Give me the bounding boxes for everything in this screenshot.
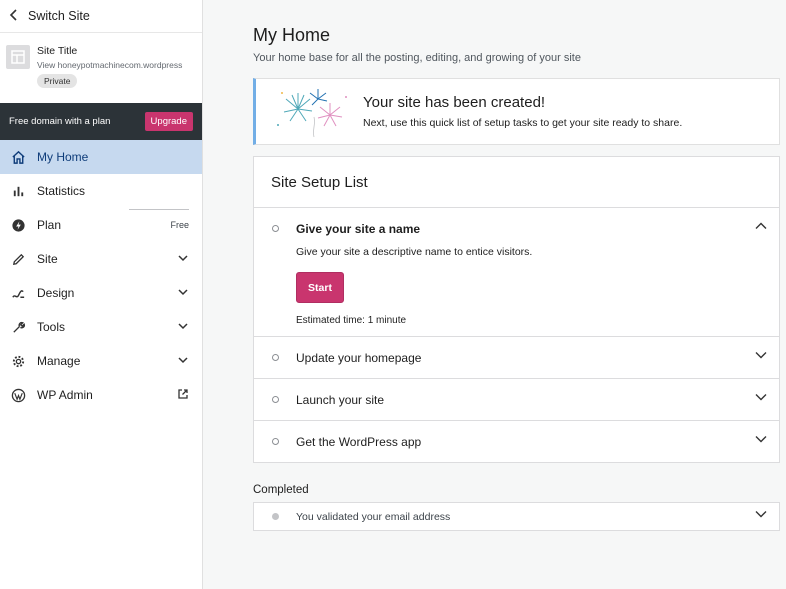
site-title: Site Title <box>37 45 78 57</box>
task-title: Give your site a name <box>296 221 421 236</box>
sidebar-item-label: Plan <box>37 218 62 232</box>
chevron-down-icon <box>177 320 189 335</box>
sidebar-item-site[interactable]: Site <box>0 242 202 276</box>
sidebar-item-tools[interactable]: Tools <box>0 310 202 344</box>
setup-list-title: Site Setup List <box>254 157 779 208</box>
upgrade-button[interactable]: Upgrade <box>144 112 193 131</box>
sidebar-item-design[interactable]: Design <box>0 276 202 310</box>
sidebar-item-label: Manage <box>37 354 81 368</box>
gear-icon <box>10 353 26 369</box>
task-title: Launch your site <box>296 392 385 407</box>
task-description: Give your site a descriptive name to ent… <box>296 246 533 258</box>
site-url-link[interactable]: View honeypotmachinecom.wordpress.com <box>37 60 183 70</box>
sidebar-item-label: Statistics <box>37 184 86 198</box>
sidebar-item-wp-admin[interactable]: WP Admin <box>0 378 202 412</box>
pencil-icon <box>10 251 26 267</box>
chevron-down-icon <box>177 354 189 369</box>
task-status-icon <box>272 438 279 445</box>
task-title: Update your homepage <box>296 350 422 365</box>
estimated-time: Estimated time: 1 minute <box>296 315 407 326</box>
sidebar-item-statistics[interactable]: Statistics <box>0 174 202 210</box>
chevron-left-icon <box>9 8 19 25</box>
sidebar: Switch Site Site Title View honeypotmach… <box>0 0 203 589</box>
privacy-badge: Private <box>37 74 78 88</box>
sidebar-item-label: WP Admin <box>37 388 93 402</box>
design-icon <box>10 285 26 301</box>
chevron-down-icon <box>177 286 189 301</box>
sidebar-item-plan[interactable]: Plan Free <box>0 208 202 242</box>
task-complete-icon <box>272 513 279 520</box>
chevron-up-icon[interactable] <box>754 219 768 238</box>
task-status-icon <box>272 225 279 232</box>
wrench-icon <box>10 319 26 335</box>
setup-task[interactable]: Update your homepage <box>254 337 779 379</box>
sidebar-item-label: My Home <box>37 150 89 164</box>
site-created-banner: Your site has been created! Next, use th… <box>253 78 780 145</box>
completed-task[interactable]: You validated your email address <box>253 502 780 531</box>
completed-heading: Completed <box>253 484 309 496</box>
chevron-down-icon <box>177 252 189 267</box>
banner-title: Your site has been created! <box>363 94 546 111</box>
page-subtitle: Your home base for all the posting, edit… <box>253 52 581 64</box>
chevron-down-icon[interactable] <box>754 507 768 526</box>
home-icon <box>10 149 26 165</box>
site-card[interactable]: Site Title View honeypotmachinecom.wordp… <box>0 33 202 103</box>
fireworks-illustration <box>277 88 347 137</box>
site-layout-icon <box>6 45 30 69</box>
banner-description: Next, use this quick list of setup tasks… <box>363 117 683 129</box>
switch-site-button[interactable]: Switch Site <box>0 0 202 33</box>
sidebar-item-label: Site <box>37 252 58 266</box>
plan-tier-label: Free <box>170 220 189 230</box>
task-header-site-name[interactable]: Give your site a name <box>254 208 779 249</box>
setup-task[interactable]: Get the WordPress app <box>254 421 779 462</box>
sidebar-item-label: Tools <box>37 320 66 334</box>
chevron-down-icon[interactable] <box>754 348 768 367</box>
wordpress-icon <box>10 387 26 403</box>
completed-task-title: You validated your email address <box>296 510 451 523</box>
plan-icon <box>10 217 26 233</box>
stats-icon <box>10 183 26 199</box>
task-status-icon <box>272 354 279 361</box>
chevron-down-icon[interactable] <box>754 432 768 451</box>
sidebar-item-manage[interactable]: Manage <box>0 344 202 378</box>
main-content: My Home Your home base for all the posti… <box>253 0 780 531</box>
upgrade-banner: Free domain with a plan Upgrade <box>0 103 202 140</box>
start-button[interactable]: Start <box>296 272 344 303</box>
switch-site-label: Switch Site <box>28 9 90 23</box>
site-setup-card: Site Setup List Give your site a name Gi… <box>253 156 780 463</box>
upgrade-text: Free domain with a plan <box>9 116 111 127</box>
task-title: Get the WordPress app <box>296 434 422 449</box>
sidebar-item-label: Design <box>37 286 75 300</box>
chevron-down-icon[interactable] <box>754 390 768 409</box>
sidebar-item-my-home[interactable]: My Home <box>0 140 202 174</box>
setup-task-expanded: Give your site a name Give your site a d… <box>254 208 779 337</box>
page-title: My Home <box>253 25 331 45</box>
external-link-icon <box>177 388 189 403</box>
task-status-icon <box>272 396 279 403</box>
setup-task[interactable]: Launch your site <box>254 379 779 421</box>
